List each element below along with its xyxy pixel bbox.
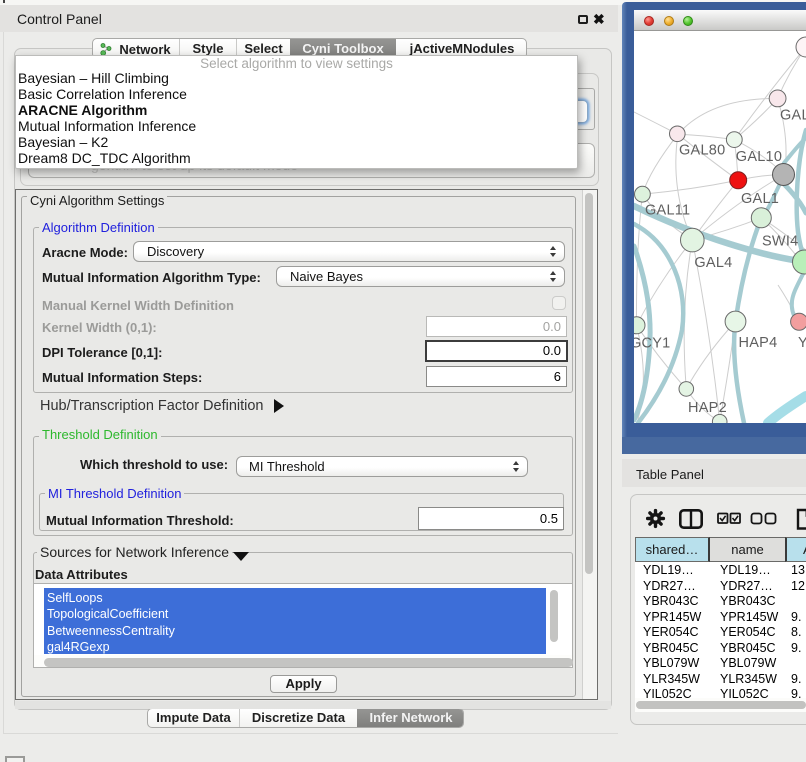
svg-text:GAL80: GAL80: [679, 142, 725, 158]
svg-text:GAL10: GAL10: [736, 149, 782, 165]
svg-text:HAP2: HAP2: [688, 400, 727, 416]
svg-text:GAL4: GAL4: [694, 255, 732, 271]
svg-text:SWI4: SWI4: [762, 234, 798, 250]
svg-text:HAP4: HAP4: [739, 335, 778, 351]
svg-text:GAL11: GAL11: [645, 203, 690, 219]
svg-text:GAL7: GAL7: [780, 107, 806, 123]
svg-text:GAL1: GAL1: [741, 191, 779, 207]
svg-text:GCY1: GCY1: [634, 336, 671, 352]
svg-text:Y: Y: [798, 335, 806, 351]
